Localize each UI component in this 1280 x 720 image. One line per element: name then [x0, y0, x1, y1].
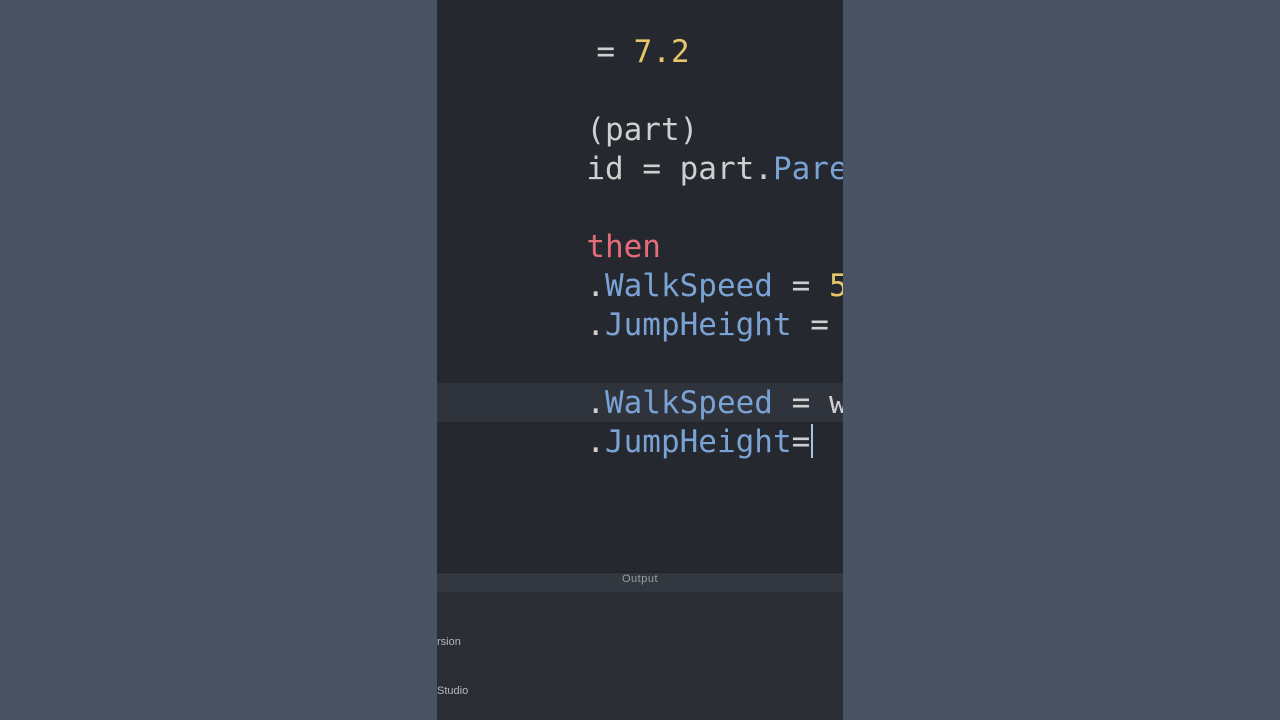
- code-line: .WalkSpeed = walkNumb: [437, 345, 843, 384]
- code-line: then: [437, 189, 843, 228]
- code-editor[interactable]: = 7.2 (part) id = part.Parent:Find then …: [437, 0, 843, 572]
- code-line: .WalkSpeed = 50: [437, 228, 843, 267]
- code-line: = 7.2: [447, 0, 843, 33]
- output-panel-title: Output: [437, 573, 843, 585]
- property-token: JumpHeight: [605, 307, 792, 343]
- ide-viewport: = 7.2 (part) id = part.Parent:Find then …: [437, 0, 843, 720]
- operator-token: =: [596, 34, 633, 70]
- dot-token: .: [754, 151, 773, 187]
- property-token: JumpHeight: [605, 424, 792, 460]
- code-line: id = part.Parent:Find: [437, 111, 843, 150]
- operator-token: =: [642, 151, 679, 187]
- property-token: Parent: [773, 151, 843, 187]
- dot-token: .: [586, 307, 605, 343]
- dot-token: .: [586, 424, 605, 460]
- output-line: Studio: [437, 685, 468, 697]
- text-cursor: [811, 424, 813, 458]
- code-line: (part): [437, 72, 843, 111]
- code-line-active: .JumpHeight=: [437, 384, 843, 423]
- output-panel[interactable]: rsion Studio: [437, 592, 843, 720]
- operator-token: =: [792, 424, 811, 460]
- space-token: [792, 307, 811, 343]
- identifier-token: part: [680, 151, 755, 187]
- identifier-token: id: [586, 151, 642, 187]
- number-token: 7.2: [634, 34, 690, 70]
- code-line: .JumpHeight = 30: [437, 267, 843, 306]
- operator-token: =: [810, 307, 843, 343]
- output-line: rsion: [437, 636, 461, 648]
